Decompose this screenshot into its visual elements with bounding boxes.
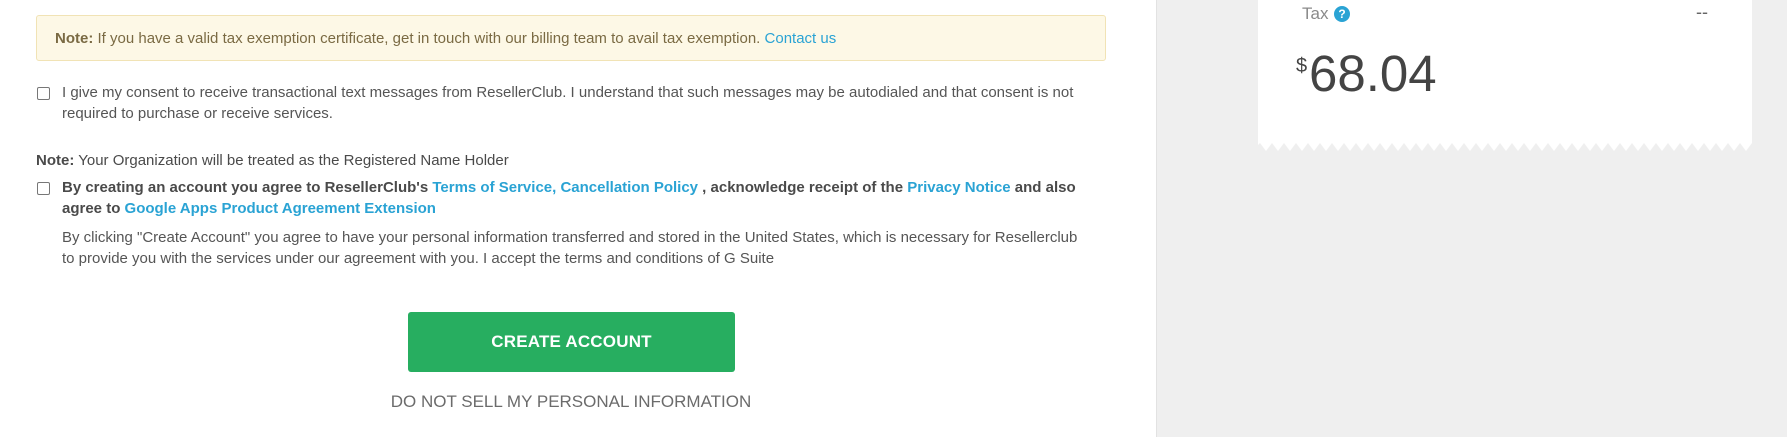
torn-edge-decoration (1258, 139, 1752, 151)
registrant-note-label: Note: (36, 152, 75, 169)
privacy-notice-link[interactable]: Privacy Notice (907, 179, 1010, 196)
agreement-line2-prefix: agree to (62, 200, 125, 217)
tax-value: -- (1696, 2, 1708, 22)
google-apps-agreement-link[interactable]: Google Apps Product Agreement Extension (125, 200, 436, 217)
registrant-note: Note: Your Organization will be treated … (36, 150, 509, 171)
sms-consent-checkbox[interactable] (37, 87, 50, 100)
help-icon[interactable]: ? (1334, 6, 1350, 22)
total-amount: 68.04 (1309, 45, 1437, 102)
disclaimer-line-1: By clicking "Create Account" you agree t… (62, 229, 1078, 246)
agreement-suffix: and also (1010, 179, 1076, 196)
notice-label: Note: (55, 30, 94, 47)
agreement-line-1: By creating an account you agree to Rese… (62, 177, 1122, 198)
tax-exemption-notice: Note: If you have a valid tax exemption … (36, 15, 1106, 61)
checkout-form: Note: If you have a valid tax exemption … (0, 0, 1156, 437)
currency-symbol: $ (1296, 55, 1308, 77)
contact-us-link[interactable]: Contact us (765, 30, 837, 47)
create-account-button[interactable]: CREATE ACCOUNT (408, 312, 735, 372)
agreement-checkbox[interactable] (37, 182, 50, 195)
disclaimer-line-2: to provide you with the services under o… (62, 250, 775, 267)
sms-consent-text: I give my consent to receive transaction… (62, 82, 1112, 124)
agreement-text: By creating an account you agree to Rese… (62, 177, 1122, 219)
terms-of-service-link[interactable]: Terms of Service, Cancellation Policy (432, 179, 698, 196)
notice-text: If you have a valid tax exemption certif… (93, 30, 765, 47)
agreement-line-2: agree to Google Apps Product Agreement E… (62, 198, 1122, 219)
agreement-middle: , acknowledge receipt of the (698, 179, 908, 196)
agreement-prefix: By creating an account you agree to Rese… (62, 179, 433, 196)
registrant-note-text: Your Organization will be treated as the… (74, 152, 509, 169)
tax-label: Tax (1302, 4, 1329, 23)
do-not-sell-link[interactable]: DO NOT SELL MY PERSONAL INFORMATION (340, 392, 802, 412)
sms-consent-line-2: required to purchase or receive services… (62, 105, 333, 122)
sms-consent-line-1: I give my consent to receive transaction… (62, 84, 1074, 101)
data-transfer-disclaimer: By clicking "Create Account" you agree t… (62, 227, 1122, 269)
